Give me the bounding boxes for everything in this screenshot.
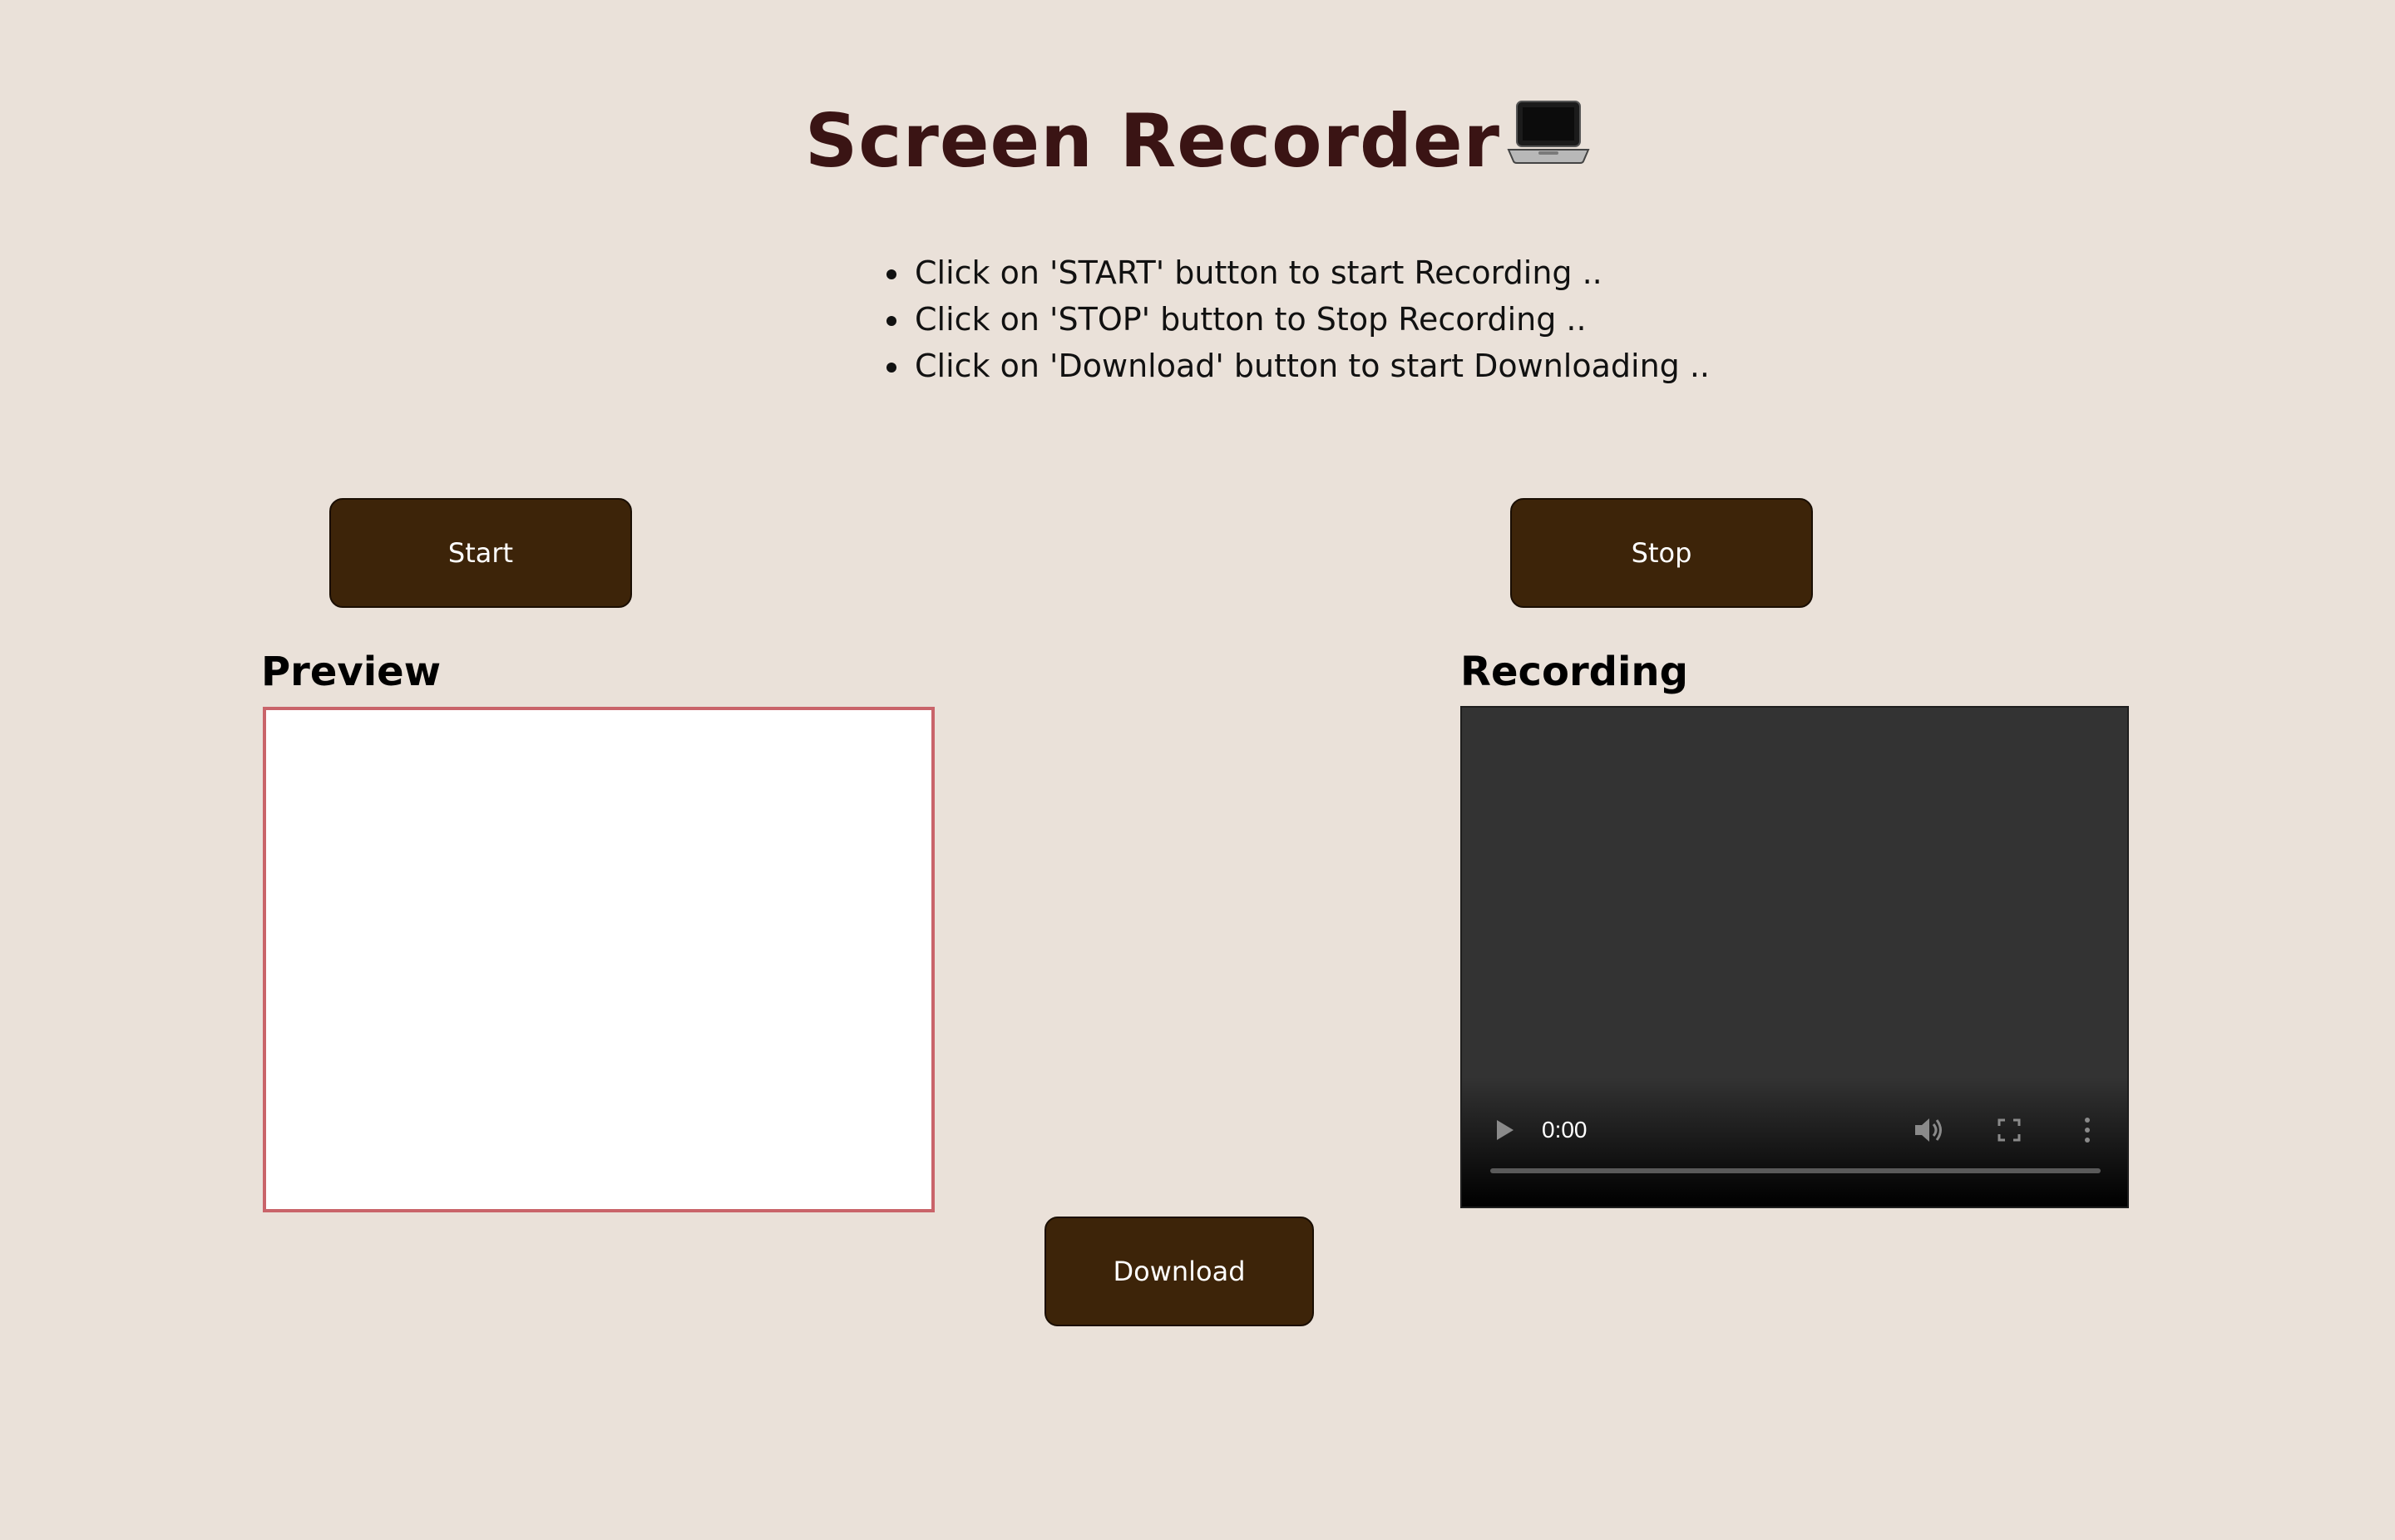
- start-button[interactable]: Start: [329, 498, 632, 608]
- instructions-list: Click on 'START' button to start Recordi…: [873, 249, 1710, 389]
- preview-video: [263, 707, 935, 1212]
- laptop-icon: [1507, 87, 1590, 195]
- volume-icon[interactable]: [1913, 1115, 1946, 1145]
- page-title-text: Screen Recorder: [804, 98, 1501, 184]
- stop-button[interactable]: Stop: [1510, 498, 1813, 608]
- recording-label: Recording: [1460, 649, 1688, 695]
- recording-video-player[interactable]: 0:00: [1460, 706, 2129, 1208]
- more-options-icon[interactable]: [2081, 1115, 2094, 1145]
- page-title: Screen Recorder: [0, 87, 2395, 200]
- fullscreen-icon[interactable]: [1996, 1117, 2022, 1143]
- current-time: 0:00: [1542, 1117, 1588, 1143]
- instruction-item: Click on 'STOP' button to Stop Recording…: [911, 296, 1710, 343]
- progress-bar[interactable]: [1490, 1168, 2101, 1173]
- download-button[interactable]: Download: [1044, 1217, 1314, 1326]
- preview-label: Preview: [261, 649, 442, 695]
- play-icon[interactable]: [1494, 1117, 1517, 1143]
- instruction-item: Click on 'START' button to start Recordi…: [911, 249, 1710, 296]
- instruction-item: Click on 'Download' button to start Down…: [911, 343, 1710, 389]
